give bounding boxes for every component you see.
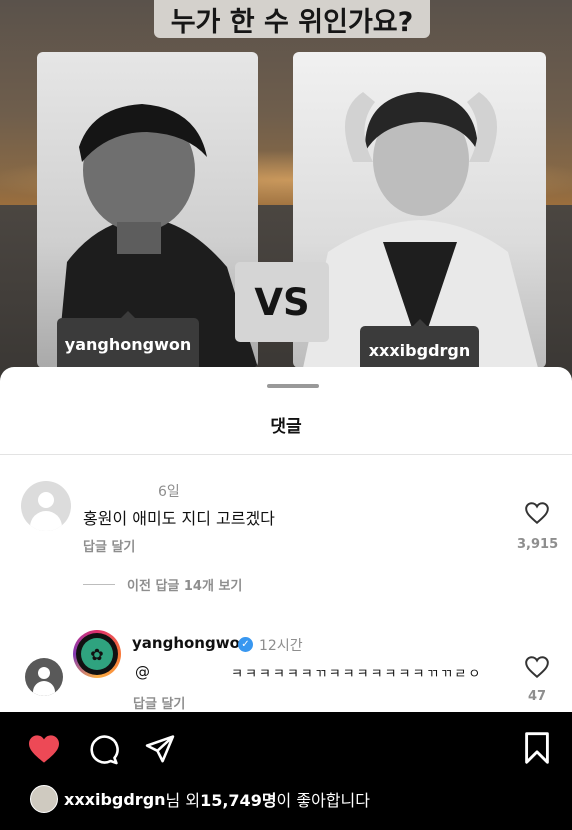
liker-username[interactable]: xxxibgdrgn <box>64 790 166 809</box>
comment-text: 홍원이 애미도 지디 고르겠다 <box>83 509 275 528</box>
bookmark-icon[interactable] <box>524 732 550 764</box>
heart-icon[interactable] <box>524 501 550 525</box>
reply-avatar[interactable]: ✿ <box>73 630 121 678</box>
user-tag-left[interactable]: yanghongwon <box>57 311 199 371</box>
likes-count[interactable]: 15,749명 <box>200 787 276 811</box>
likes-suffix-text: 이 좋아합니다 <box>276 791 370 810</box>
reply-time: 12시간 <box>259 638 303 654</box>
avatar-inner: ✿ <box>76 633 118 675</box>
likes-summary[interactable]: xxxibgdrgn 님 외 15,749명 이 좋아합니다 <box>30 785 370 813</box>
share-icon[interactable] <box>144 734 176 765</box>
comment-like-count: 3,915 <box>517 537 559 552</box>
avatar-head <box>38 667 50 679</box>
sheet-title: 댓글 <box>270 417 302 437</box>
replies-line <box>83 584 115 585</box>
post-action-bar: xxxibgdrgn 님 외 15,749명 이 좋아합니다 <box>0 712 572 830</box>
heart-filled-icon[interactable] <box>27 734 61 764</box>
reply-text: ㅋㅋㅋㅋㅋㅋㄲㅋㅋㅋㅋㅋㅋㅋㄲㄲㄹㅇ <box>231 667 483 682</box>
liker-avatar <box>30 785 58 813</box>
comment-icon[interactable] <box>88 734 119 765</box>
divider <box>0 454 572 455</box>
avatar-body <box>30 511 62 531</box>
reply-like-count: 47 <box>528 689 547 704</box>
sheet-grabber[interactable] <box>267 384 319 388</box>
heart-icon[interactable] <box>524 655 550 679</box>
comment-time: 6일 <box>158 484 180 500</box>
view-replies-label: 이전 답글 14개 보기 <box>127 579 243 594</box>
reply-username[interactable]: yanghongwon <box>132 634 251 652</box>
view-replies-button[interactable]: 이전 답글 14개 보기 <box>83 575 242 594</box>
post-image[interactable]: 누가 한 수 위인가요? VS yanghongwon xxxibgdrgn <box>0 0 572 380</box>
avatar-head <box>38 492 54 508</box>
likes-middle-text: 님 외 <box>165 791 201 810</box>
vs-badge: VS <box>235 262 329 342</box>
current-user-avatar[interactable] <box>25 658 63 696</box>
avatar-logo-icon: ✿ <box>81 638 113 670</box>
verified-badge-icon: ✓ <box>238 637 253 652</box>
reply-mention[interactable]: @ <box>135 663 150 681</box>
reply-button[interactable]: 답글 달기 <box>133 693 185 712</box>
avatar-body <box>33 681 55 696</box>
comments-sheet: 댓글 6일 홍원이 애미도 지디 고르겠다 답글 달기 3,915 이전 답글 … <box>0 367 572 712</box>
commenter-avatar[interactable] <box>21 481 71 531</box>
post-title: 누가 한 수 위인가요? <box>154 0 430 38</box>
reply-button[interactable]: 답글 달기 <box>83 536 135 555</box>
